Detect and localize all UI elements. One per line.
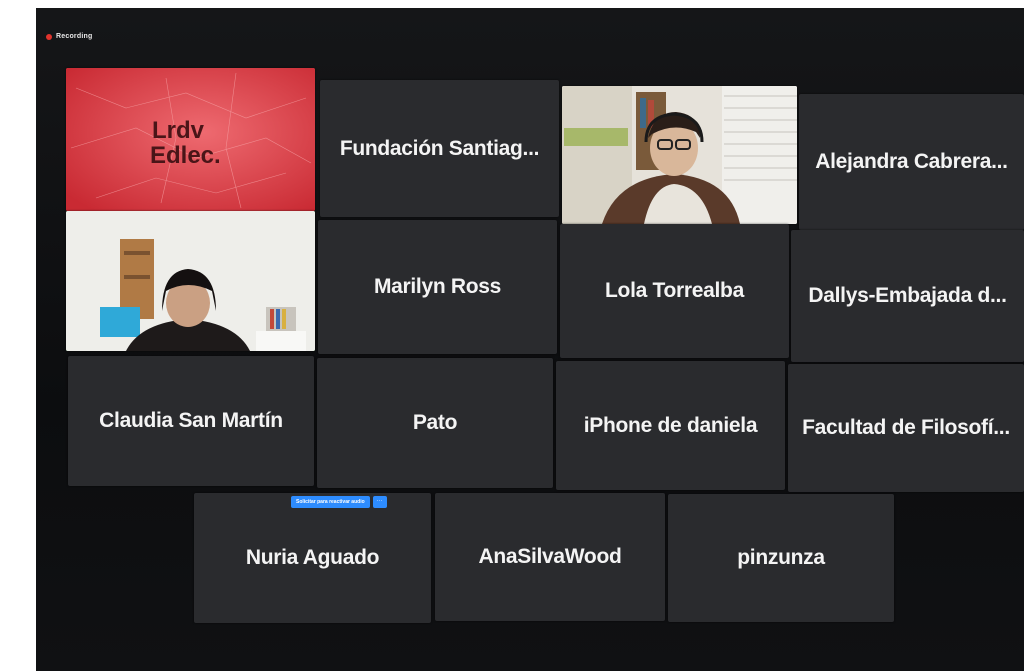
participant-video-icon xyxy=(66,211,315,351)
participant-tile[interactable]: pinzunza xyxy=(668,494,894,622)
recording-indicator: Recording xyxy=(46,33,92,40)
participant-name: Lola Torrealba xyxy=(605,279,744,302)
video-tile-logo[interactable]: Lrdv Edlec. xyxy=(66,68,315,211)
participant-tile[interactable]: Lola Torrealba xyxy=(560,224,789,358)
recording-label: Recording xyxy=(56,33,93,40)
video-tile-active-speaker[interactable] xyxy=(66,211,315,351)
more-options-icon[interactable]: ··· xyxy=(372,496,387,508)
participant-name: Pato xyxy=(412,411,458,434)
participant-name: Dallys-Embajada d... xyxy=(808,284,1007,307)
logo-text-line2: Edlec. xyxy=(150,142,221,169)
participant-video-icon xyxy=(562,86,797,224)
participant-tile[interactable]: Claudia San Martín xyxy=(68,356,314,486)
participant-tile[interactable]: AnaSilvaWood xyxy=(435,493,665,621)
participant-name: Claudia San Martín xyxy=(99,409,283,432)
video-tile-headset[interactable] xyxy=(562,86,797,224)
participant-name: Facultad de Filosofí... xyxy=(802,416,1010,439)
participant-name: Alejandra Cabrera... xyxy=(815,150,1008,173)
participant-name: iPhone de daniela xyxy=(583,413,758,437)
participant-tile[interactable]: Fundación Santiag... xyxy=(320,80,559,217)
participant-name: Marilyn Ross xyxy=(373,275,502,298)
request-unmute-button[interactable]: Solicitar para reactivar audio xyxy=(291,496,370,508)
participant-name: Nuria Aguado xyxy=(245,546,380,569)
participant-tile[interactable]: Dallys-Embajada d... xyxy=(791,230,1024,362)
participant-tile[interactable]: Pato xyxy=(317,358,553,488)
participant-tile[interactable]: Nuria Aguado xyxy=(194,493,431,623)
logo-text-line1: Lrdv xyxy=(152,117,205,144)
logo-video-icon: Lrdv Edlec. xyxy=(66,68,315,211)
participant-name: AnaSilvaWood xyxy=(478,545,622,568)
participant-name: Fundación Santiag... xyxy=(339,136,540,160)
unmute-request: Solicitar para reactivar audio ··· xyxy=(291,496,387,508)
recording-dot-icon xyxy=(46,33,52,40)
participant-tile[interactable]: iPhone de daniela xyxy=(556,361,785,490)
participant-tile[interactable]: Facultad de Filosofí... xyxy=(788,364,1024,492)
participant-name: pinzunza xyxy=(737,546,825,569)
participant-tile[interactable]: Alejandra Cabrera... xyxy=(799,94,1024,230)
participant-tile[interactable]: Marilyn Ross xyxy=(318,220,557,354)
meeting-window: Recording Lrdv Edlec. Fundación Santiag.… xyxy=(36,8,1024,671)
